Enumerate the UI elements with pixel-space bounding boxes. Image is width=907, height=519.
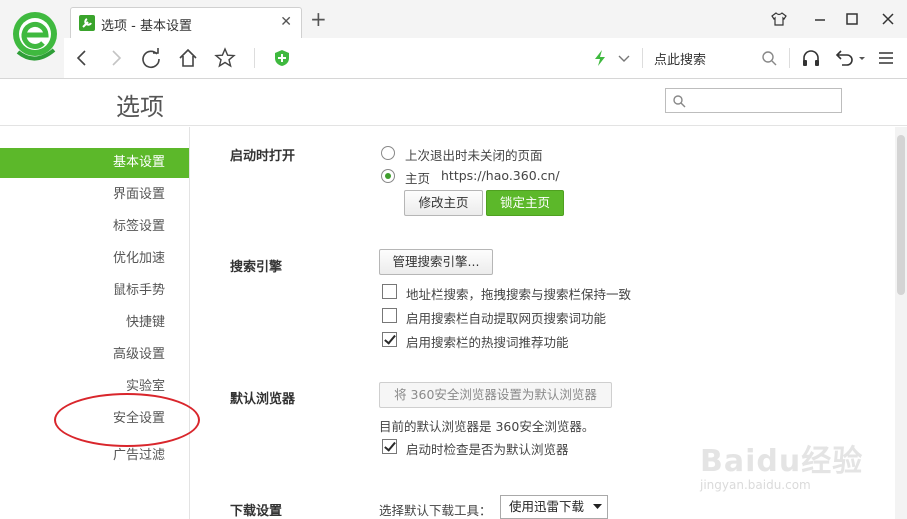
close-tab-icon[interactable]: ✕ xyxy=(280,14,292,30)
separator xyxy=(254,48,255,68)
manage-search-engines-button[interactable]: 管理搜索引擎... xyxy=(379,249,493,275)
download-tool-value: 使用迅雷下载 xyxy=(509,499,585,514)
sidebar-item-adblock[interactable]: 广告过滤 xyxy=(0,441,189,471)
new-tab-icon[interactable]: + xyxy=(310,9,327,29)
sidebar-item-interface[interactable]: 界面设置 xyxy=(0,180,189,210)
shield-icon[interactable] xyxy=(270,46,294,70)
menu-icon[interactable] xyxy=(874,46,898,70)
search-icon xyxy=(673,95,686,108)
modify-homepage-button[interactable]: 修改主页 xyxy=(404,190,483,216)
startup-section-label: 启动时打开 xyxy=(230,149,296,164)
watermark-url: jingyan.baidu.com xyxy=(700,478,811,492)
sidebar-item-tabs[interactable]: 标签设置 xyxy=(0,212,189,242)
highlight-circle xyxy=(54,393,200,447)
browser-chrome: 选项 - 基本设置 ✕ + 点此搜索 xyxy=(0,0,907,79)
checkbox-check-default-label: 启动时检查是否为默认浏览器 xyxy=(406,442,569,457)
checkbox-auto-extract-label: 启用搜索栏自动提取网页搜索词功能 xyxy=(406,311,607,326)
radio-last-pages-label: 上次退出时未关闭的页面 xyxy=(405,148,543,163)
default-browser-section-label: 默认浏览器 xyxy=(230,392,296,407)
checkbox-auto-extract[interactable] xyxy=(382,308,397,323)
scrollbar-thumb[interactable] xyxy=(897,135,905,295)
radio-homepage[interactable] xyxy=(381,169,395,183)
wrench-icon xyxy=(79,15,95,31)
baidu-watermark: Baidu经验 jingyan.baidu.com xyxy=(700,436,880,496)
navigation-bar: 点此搜索 xyxy=(64,38,907,78)
download-tool-label: 选择默认下载工具： xyxy=(379,503,492,518)
undo-dropdown-icon[interactable] xyxy=(850,46,874,70)
home-icon[interactable] xyxy=(176,46,200,70)
set-default-browser-button[interactable]: 将 360安全浏览器设置为默认浏览器 xyxy=(379,382,612,408)
download-section-label: 下载设置 xyxy=(230,504,283,519)
checkbox-hot-words-label: 启用搜索栏的热搜词推荐功能 xyxy=(406,335,569,350)
radio-homepage-label: 主页 xyxy=(405,171,431,186)
options-header: 选项 xyxy=(0,80,907,126)
chevron-down-icon xyxy=(593,504,602,509)
browser-logo-icon[interactable] xyxy=(10,10,60,64)
maximize-icon[interactable] xyxy=(841,9,863,29)
search-placeholder: 点此搜索 xyxy=(654,53,707,68)
watermark-text: Baidu经验 xyxy=(700,444,864,479)
sidebar: 基本设置 界面设置 标签设置 优化加速 鼠标手势 快捷键 高级设置 实验室 安全… xyxy=(0,127,190,519)
lightning-icon[interactable] xyxy=(588,46,612,70)
scrollbar[interactable] xyxy=(895,127,907,519)
download-tool-select[interactable]: 使用迅雷下载 xyxy=(500,495,608,519)
forward-icon[interactable] xyxy=(104,46,128,70)
refresh-icon[interactable] xyxy=(139,46,163,70)
search-engine-section-label: 搜索引擎 xyxy=(230,260,283,275)
default-browser-status: 目前的默认浏览器是 360安全浏览器。 xyxy=(379,419,595,434)
sidebar-item-mouse-gesture[interactable]: 鼠标手势 xyxy=(0,276,189,306)
headset-icon[interactable] xyxy=(799,46,823,70)
tab-title: 选项 - 基本设置 xyxy=(101,19,192,34)
back-icon[interactable] xyxy=(70,46,94,70)
skin-icon[interactable] xyxy=(768,9,790,29)
sidebar-item-advanced[interactable]: 高级设置 xyxy=(0,340,189,370)
page-title: 选项 xyxy=(116,93,164,121)
homepage-url: https://hao.360.cn/ xyxy=(441,168,560,183)
separator xyxy=(789,48,790,68)
checkbox-hot-words[interactable] xyxy=(382,332,397,347)
radio-last-pages[interactable] xyxy=(381,146,395,160)
options-search-input[interactable] xyxy=(665,88,842,113)
checkbox-check-default[interactable] xyxy=(382,439,397,454)
close-window-icon[interactable] xyxy=(877,9,899,29)
minimize-icon[interactable] xyxy=(809,9,831,29)
search-icon[interactable] xyxy=(757,46,781,70)
sidebar-item-basic[interactable]: 基本设置 xyxy=(0,148,189,178)
sidebar-item-shortcut[interactable]: 快捷键 xyxy=(0,308,189,338)
tab-options[interactable]: 选项 - 基本设置 ✕ xyxy=(70,7,302,38)
lock-homepage-button[interactable]: 锁定主页 xyxy=(486,190,564,216)
separator xyxy=(642,48,643,68)
checkbox-address-bar-search-label: 地址栏搜索，拖拽搜索与搜索栏保持一致 xyxy=(406,287,632,302)
sidebar-item-optimize[interactable]: 优化加速 xyxy=(0,244,189,274)
chevron-down-icon[interactable] xyxy=(612,46,636,70)
checkbox-address-bar-search[interactable] xyxy=(382,284,397,299)
star-icon[interactable] xyxy=(213,46,237,70)
